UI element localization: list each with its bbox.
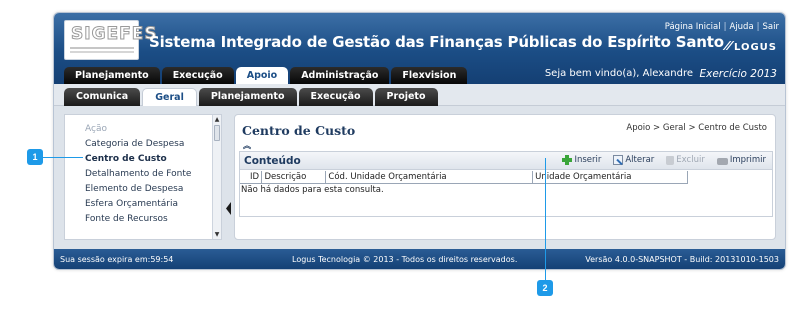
tab-apoio[interactable]: Apoio [235, 67, 289, 84]
app-title: Sistema Integrado de Gestão das Finanças… [149, 33, 724, 51]
session-timer: Sua sessão expira em:59:54 [60, 255, 174, 264]
empty-message: Não há dados para esta consulta. [241, 185, 384, 195]
results-table: ID Descrição Cód. Unidade Orçamentária U… [240, 171, 688, 184]
breadcrumb: Apoio > Geral > Centro de Custo [626, 123, 767, 133]
brand-name: LOGUS [733, 42, 777, 53]
column-cod-unidade[interactable]: Cód. Unidade Orçamentária [325, 171, 534, 184]
help-link[interactable]: Ajuda [729, 22, 753, 32]
trash-icon [666, 155, 675, 165]
subtab-projeto[interactable]: Projeto [374, 88, 438, 106]
link-separator: | [756, 22, 760, 32]
column-id[interactable]: ID [240, 171, 263, 184]
sidebar-item-fonte-de-recursos[interactable]: Fonte de Recursos [85, 214, 168, 224]
sub-tabs-bar: Comunica Geral Planejamento Execução Pro… [54, 84, 785, 106]
scroll-down-icon[interactable]: ▼ [213, 230, 221, 239]
tab-flexvision[interactable]: Flexvision [391, 67, 468, 84]
subtab-execucao[interactable]: Execução [298, 88, 373, 106]
callout-1-line [43, 157, 83, 158]
sidebar-item-centro-de-custo[interactable]: Centro de Custo [85, 154, 167, 164]
header-bar: SIGEFES Sistema Integrado de Gestão das … [54, 13, 785, 84]
scroll-up-icon[interactable]: ▲ [213, 115, 221, 124]
column-unidade[interactable]: Unidade Orçamentária [532, 171, 688, 184]
print-button[interactable]: Imprimir [716, 155, 766, 165]
insert-label: Inserir [574, 155, 602, 165]
copyright-text: Logus Tecnologia © 2013 - Todos os direi… [292, 255, 518, 264]
sigefes-logo[interactable]: SIGEFES [64, 20, 157, 60]
plus-icon [562, 155, 573, 165]
version-text: Versão 4.0.0-SNAPSHOT - Build: 20131010-… [585, 255, 779, 264]
logout-link[interactable]: Sair [763, 22, 779, 32]
welcome-message: Seja bem vindo(a), Alexandre [544, 68, 693, 79]
delete-button[interactable]: Excluir [666, 155, 705, 165]
delete-label: Excluir [676, 155, 705, 165]
scroll-thumb[interactable] [214, 125, 220, 141]
sidebar-item-detalhamento-de-fonte[interactable]: Detalhamento de Fonte [85, 169, 191, 179]
main-body: Ação Categoria de Despesa Centro de Cust… [54, 106, 785, 249]
link-separator: | [723, 22, 727, 32]
sidebar-item-acao[interactable]: Ação [85, 124, 107, 134]
logus-brand: ⁄⁄ LOGUS [726, 39, 777, 53]
chevron-up-icon[interactable]: ︽ [243, 140, 251, 151]
page-title: Centro de Custo [242, 123, 356, 138]
subtab-geral[interactable]: Geral [142, 88, 197, 106]
callout-1-badge: 1 [27, 149, 43, 165]
toolbar: Inserir Alterar Excluir Imprimir [562, 155, 766, 165]
top-links: Página Inicial | Ajuda | Sair [665, 22, 779, 32]
tab-administracao[interactable]: Administração [290, 67, 390, 84]
callout-2-badge: 2 [537, 280, 553, 296]
logo-tagline [70, 47, 134, 49]
table-header-row: ID Descrição Cód. Unidade Orçamentária U… [240, 171, 688, 184]
panel-title: Conteúdo [244, 155, 301, 167]
column-descricao[interactable]: Descrição [261, 171, 327, 184]
edit-icon [613, 155, 624, 165]
sidebar-item-categoria-de-despesa[interactable]: Categoria de Despesa [85, 139, 184, 149]
edit-button[interactable]: Alterar [613, 155, 654, 165]
subtab-comunica[interactable]: Comunica [64, 88, 141, 106]
collapse-sidebar-icon[interactable] [226, 202, 231, 215]
content-area: Centro de Custo Apoio > Geral > Centro d… [234, 114, 776, 240]
app-window: SIGEFES Sistema Integrado de Gestão das … [53, 12, 786, 270]
fiscal-year[interactable]: Exercício 2013 [700, 68, 778, 80]
logus-mark-icon: ⁄⁄ [725, 39, 732, 53]
main-tabs: Planejamento Execução Apoio Administraçã… [64, 67, 469, 84]
subtab-planejamento[interactable]: Planejamento [198, 88, 297, 106]
sidebar-item-elemento-de-despesa[interactable]: Elemento de Despesa [85, 184, 183, 194]
home-link[interactable]: Página Inicial [665, 22, 721, 32]
sidebar-scrollbar[interactable]: ▲ ▼ [212, 115, 221, 239]
footer-bar: Sua sessão expira em:59:54 Logus Tecnolo… [54, 249, 785, 269]
sidebar-item-esfera-orcamentaria[interactable]: Esfera Orçamentária [85, 199, 178, 209]
tab-planejamento[interactable]: Planejamento [64, 67, 160, 84]
insert-button[interactable]: Inserir [562, 155, 601, 165]
tab-execucao[interactable]: Execução [161, 67, 234, 84]
sub-tabs: Comunica Geral Planejamento Execução Pro… [64, 88, 440, 106]
printer-icon [716, 157, 728, 165]
edit-label: Alterar [625, 155, 655, 165]
content-panel: Conteúdo Inserir Alterar Excluir Imprimi… [239, 151, 773, 217]
logo-text: SIGEFES [71, 24, 158, 45]
panel-header: Conteúdo Inserir Alterar Excluir Imprimi… [240, 152, 772, 170]
callout-2-line [545, 158, 546, 280]
sidebar-menu: Ação Categoria de Despesa Centro de Cust… [64, 114, 222, 240]
print-label: Imprimir [729, 155, 766, 165]
